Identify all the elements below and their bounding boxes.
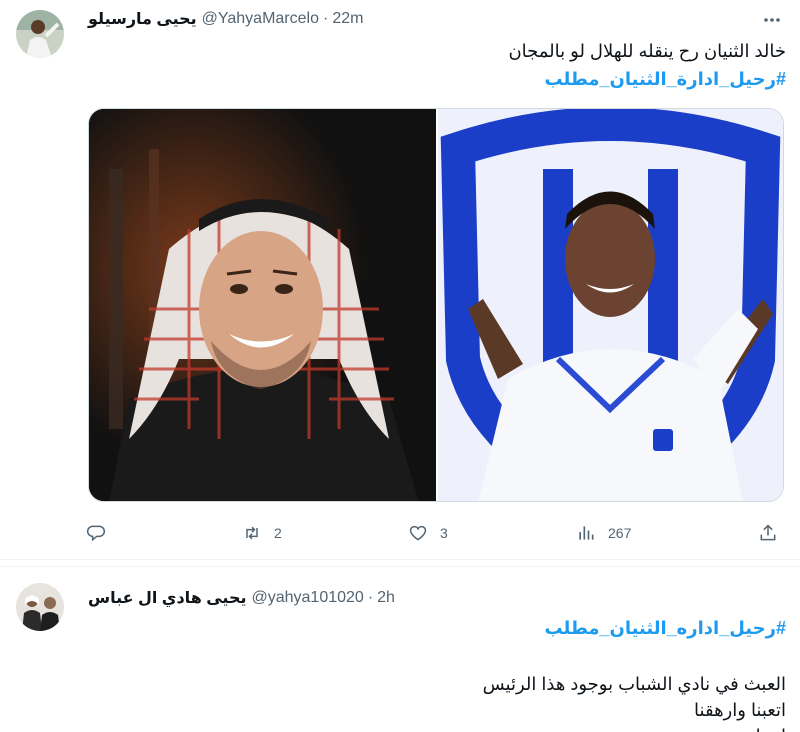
tweet-text-line: العبث في نادي الشباب بوجود هذا الرئيس [482,674,786,694]
tweet-header: يحيى مارسيلو @YahyaMarcelo · 22m [88,8,363,30]
tweet[interactable]: يحيى مارسيلو @YahyaMarcelo · 22m خالد ال… [0,0,800,560]
separator-dot: · [367,589,374,606]
avatar[interactable] [16,583,64,631]
tweet-text-line: اتعبنا وارهقنا [694,700,786,720]
views-button[interactable]: 267 [576,523,631,543]
user-handle[interactable]: @YahyaMarcelo [202,10,319,28]
retweet-count: 2 [274,525,282,541]
avatar[interactable] [16,10,64,58]
reply-button[interactable] [86,523,118,543]
share-button[interactable] [758,523,778,543]
hashtag-link[interactable]: #رحيل_اداره_الثنيان_مطلب [544,615,786,641]
like-count: 3 [440,525,448,541]
more-icon[interactable] [762,10,782,30]
display-name[interactable]: يحيى مارسيلو [88,9,197,29]
like-button[interactable]: 3 [408,523,448,543]
separator-dot: · [322,10,329,27]
reply-icon [86,525,106,542]
views-icon [579,526,594,540]
display-name[interactable]: يحيى هادي ال عباس [88,588,246,608]
share-icon [760,524,776,541]
tweet-header: يحيى هادي ال عباس @yahya101020 · 2h [88,587,395,609]
retweet-icon [246,526,258,540]
tweet-actions: 2 3 267 [86,516,786,550]
photo-man-shemagh[interactable] [89,109,436,501]
timestamp[interactable]: 2h [377,589,395,607]
tweet-text: خالد الثنيان رح ينقله للهلال لو بالمجان [508,41,786,61]
like-icon [409,525,427,541]
retweet-button[interactable]: 2 [242,523,282,543]
tweet[interactable]: يحيى هادي ال عباس @yahya101020 · 2h #رحي… [0,566,800,732]
hashtag-link[interactable]: #رحيل_ادارة_الثنيان_مطلب [544,66,786,92]
views-count: 267 [608,525,632,541]
tweet-media[interactable] [88,108,784,502]
user-handle[interactable]: @yahya101020 [251,589,363,607]
photo-player-hilal-logo[interactable] [436,109,783,501]
tweet-text-line: ارحل .... [723,723,786,732]
timestamp[interactable]: 22m [332,10,363,28]
